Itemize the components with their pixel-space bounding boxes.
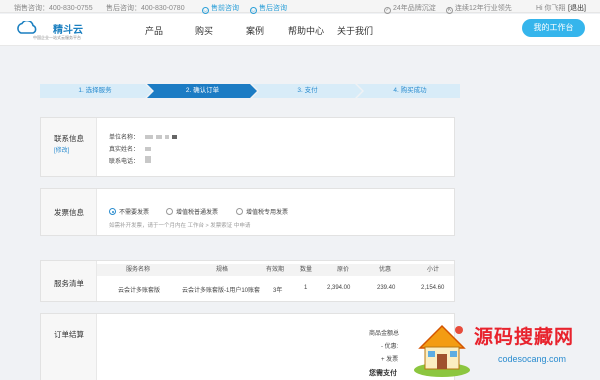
brand-years-badge: ✓ 24年品牌沉淀 <box>384 3 436 14</box>
top-info-bar: 销售咨询：400-830-0755 售后咨询：400-830-0780 ◡ 售前咨… <box>0 0 600 14</box>
masked-value <box>172 135 178 139</box>
logo[interactable]: 精斗云 中国企业一站式云服务平台 <box>15 19 95 43</box>
table-cell: 2,154.60 <box>421 285 445 291</box>
brand-years-label: 24年品牌沉淀 <box>393 5 436 12</box>
invoice-option-normal-vat[interactable]: 增值税普通发票 <box>166 207 218 216</box>
user-greeting: Hi 你飞翔 <box>536 5 566 12</box>
table-cell: 239.40 <box>377 285 396 291</box>
logo-name: 精斗云 <box>53 25 83 36</box>
column-header: 小计 <box>427 267 440 273</box>
real-name-label: 真实姓名： <box>109 147 140 153</box>
checkout-steps: 1. 选择服务 2. 确认订单 3. 支付 4. 购买成功 <box>40 84 460 98</box>
table-cell: 云会计多账套版 <box>118 288 161 294</box>
radio-icon <box>166 208 173 215</box>
presale-consult-link[interactable]: ◡ 售前咨询 <box>202 3 239 14</box>
column-header: 原价 <box>337 267 350 273</box>
step-select-service: 1. 选择服务 <box>78 87 112 94</box>
invoice-info-panel: 发票信息 不需要发票 增值税普通发票 增值税专用发票 如需补开发票，请于一个月内… <box>40 188 455 236</box>
postsale-consult-link[interactable]: ◡ 售后咨询 <box>250 3 287 14</box>
sales-phone: 销售咨询：400-830-0755 <box>14 5 93 12</box>
masked-value <box>145 135 154 139</box>
badge-icon: ✓ <box>384 7 391 14</box>
table-cell: 1 <box>304 285 308 291</box>
presale-consult-label: 售前咨询 <box>211 5 239 12</box>
aftersales-phone: 售后咨询：400-830-0780 <box>106 5 185 12</box>
nav-products[interactable]: 产品 <box>145 24 163 37</box>
invoice-note: 如需补开发票，请于一个月内在 工作台 > 发票索证 中申请 <box>109 223 251 229</box>
column-header: 服务名称 <box>126 267 151 273</box>
table-cell: 云会计多账套版-1用户10账套 <box>182 288 261 294</box>
cloud-logo-icon <box>17 21 37 34</box>
service-list-panel: 服务清单 服务名称 规格 有效期 数量 原价 优惠 小计 云会计多账套版 云会计… <box>40 260 455 302</box>
industry-lead-label: 连续12年行业领先 <box>455 5 512 12</box>
column-header: 有效期 <box>266 267 285 273</box>
radio-icon <box>236 208 243 215</box>
industry-lead-badge: K 连续12年行业领先 <box>446 3 512 14</box>
company-name-row: 单位名称： <box>109 132 178 141</box>
house-logo-icon <box>414 324 470 377</box>
invoice-option-special-label: 增值税专用发票 <box>246 210 289 216</box>
table-cell: 2,394.00 <box>327 285 351 291</box>
phone-row: 联系电话： <box>109 156 152 165</box>
invoice-option-none-label: 不需要发票 <box>119 210 150 216</box>
masked-value <box>145 147 152 151</box>
watermark: 源码搜藏网 codesocang.com <box>412 320 600 380</box>
goods-total-label: 商品金额总 <box>369 331 400 337</box>
nav-help-center[interactable]: 帮助中心 <box>288 24 324 37</box>
invoice-option-none[interactable]: 不需要发票 <box>109 207 149 216</box>
discount-label: - 优惠: <box>381 344 399 350</box>
watermark-url: codesocang.com <box>498 354 567 364</box>
order-settlement-title: 订单结算 <box>54 330 84 339</box>
postsale-consult-label: 售后咨询 <box>259 5 287 12</box>
table-cell: 3年 <box>273 288 283 294</box>
phone-label: 联系电话： <box>109 159 140 165</box>
k-badge-icon: K <box>446 7 453 14</box>
invoice-info-title: 发票信息 <box>54 208 84 217</box>
column-header: 规格 <box>216 267 229 273</box>
column-header: 数量 <box>300 267 313 273</box>
watermark-title: 源码搜藏网 <box>474 327 575 348</box>
invoice-option-special-vat[interactable]: 增值税专用发票 <box>236 207 288 216</box>
masked-value <box>165 135 170 139</box>
masked-value <box>145 156 152 163</box>
service-list-title: 服务清单 <box>54 279 84 288</box>
nav-cases[interactable]: 案例 <box>246 24 264 37</box>
masked-value <box>156 135 163 139</box>
invoice-fee-label: + 发票 <box>381 357 399 363</box>
contact-info-title: 联系信息 <box>54 134 84 143</box>
step-purchase-success: 4. 购买成功 <box>393 87 427 94</box>
nav-about-us[interactable]: 关于我们 <box>337 24 373 37</box>
chat-icon: ◡ <box>202 7 209 14</box>
step-payment: 3. 支付 <box>297 87 318 94</box>
real-name-row: 真实姓名： <box>109 144 152 153</box>
invoice-option-normal-label: 增值税普通发票 <box>176 210 219 216</box>
main-header: 精斗云 中国企业一站式云服务平台 产品 购买 案例 帮助中心 关于我们 我的工作… <box>0 14 600 46</box>
contact-info-panel: 联系信息 [修改] 单位名称： 真实姓名： 联系电话： <box>40 117 455 177</box>
step-confirm-order: 2. 确认订单 <box>185 87 220 94</box>
logo-tagline: 中国企业一站式云服务平台 <box>33 35 81 40</box>
radio-selected-icon <box>109 208 116 215</box>
order-settlement-panel: 订单结算 商品金额总 - 优惠: + 发票 您需支付 <box>40 313 455 380</box>
amount-due-label: 您需支付 <box>369 370 397 377</box>
contact-edit-link[interactable]: [修改] <box>54 145 69 154</box>
column-header: 优惠 <box>379 267 392 273</box>
workspace-button[interactable]: 我的工作台 <box>522 19 585 37</box>
chat-icon: ◡ <box>250 7 257 14</box>
logout-link[interactable]: [退出] <box>568 3 586 13</box>
nav-buy[interactable]: 购买 <box>195 24 213 37</box>
company-name-label: 单位名称： <box>109 135 140 141</box>
